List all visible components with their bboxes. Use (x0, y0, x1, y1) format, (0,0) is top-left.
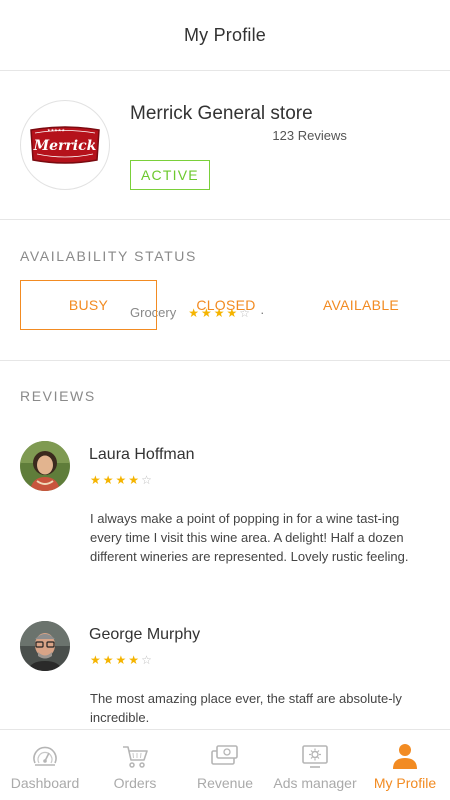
star-filled-icon: ★ (128, 653, 140, 667)
star-filled-icon: ★ (102, 653, 114, 667)
availability-title: AVAILABILITY STATUS (20, 248, 197, 264)
svg-text:★★★★★: ★★★★★ (47, 128, 65, 133)
tab-label: Orders (113, 775, 157, 791)
tab-my-profile[interactable]: My Profile (360, 730, 450, 800)
dashboard-icon (30, 741, 60, 771)
tab-dashboard[interactable]: Dashboard (0, 730, 90, 800)
busy-button[interactable]: BUSY (20, 280, 157, 330)
page-title: My Profile (183, 24, 266, 45)
star-filled-icon: ★ (115, 473, 127, 487)
bottom-tab-bar: Dashboard Orders Revenue Ads manager My … (0, 729, 450, 800)
star-filled-icon: ★ (90, 653, 101, 667)
available-button[interactable]: AVAILABLE (295, 280, 427, 330)
closed-button[interactable]: CLOSED (160, 280, 292, 330)
review-text: I always make a point of popping in for … (90, 511, 409, 564)
merrick-logo-icon: ★★★★★ Merrick (30, 126, 100, 164)
avatar (20, 441, 70, 491)
tab-label: Revenue (196, 775, 254, 791)
avatar (20, 621, 70, 671)
star-filled-icon: ★ (102, 473, 114, 487)
availability-section: AVAILABILITY STATUS BUSY CLOSED AVAILABL… (0, 220, 450, 361)
money-icon (210, 741, 240, 771)
reviewer-name: Laura Hoffman (89, 446, 195, 463)
tab-label: Dashboard (10, 775, 80, 791)
store-name: Merrick General store (130, 103, 313, 124)
star-empty-icon: ☆ (141, 473, 152, 487)
reviewer-name: George Murphy (89, 626, 201, 643)
tab-label: Ads manager (273, 775, 357, 791)
tab-label: My Profile (373, 775, 437, 791)
star-filled-icon: ★ (90, 473, 101, 487)
status-badge: ACTIVE (130, 160, 210, 190)
review-rating-stars: ★ ★ ★ ★ ☆ (90, 474, 152, 486)
header-bar: My Profile (0, 0, 450, 71)
tab-orders[interactable]: Orders (90, 730, 180, 800)
ads-icon (300, 741, 330, 771)
star-empty-icon: ☆ (141, 653, 152, 667)
tab-ads-manager[interactable]: Ads manager (270, 730, 360, 800)
store-profile-card: ★★★★★ Merrick Merrick General store Groc… (0, 71, 450, 320)
reviews-section: REVIEWS Laura Hoffman ★ ★ ★ ★ ☆ I always mak… (0, 361, 450, 730)
reviewer-photo-icon (20, 441, 70, 491)
tab-revenue[interactable]: Revenue (180, 730, 270, 800)
user-icon (390, 741, 420, 771)
review-rating-stars: ★ ★ ★ ★ ☆ (90, 654, 152, 666)
reviews-title: REVIEWS (20, 388, 96, 404)
cart-icon (120, 741, 150, 771)
reviewer-photo-icon (20, 621, 70, 671)
review-text: The most amazing place ever, the staff a… (90, 691, 402, 725)
svg-text:Merrick: Merrick (33, 138, 97, 154)
star-filled-icon: ★ (128, 473, 140, 487)
store-logo: ★★★★★ Merrick (20, 100, 110, 190)
star-filled-icon: ★ (115, 653, 127, 667)
